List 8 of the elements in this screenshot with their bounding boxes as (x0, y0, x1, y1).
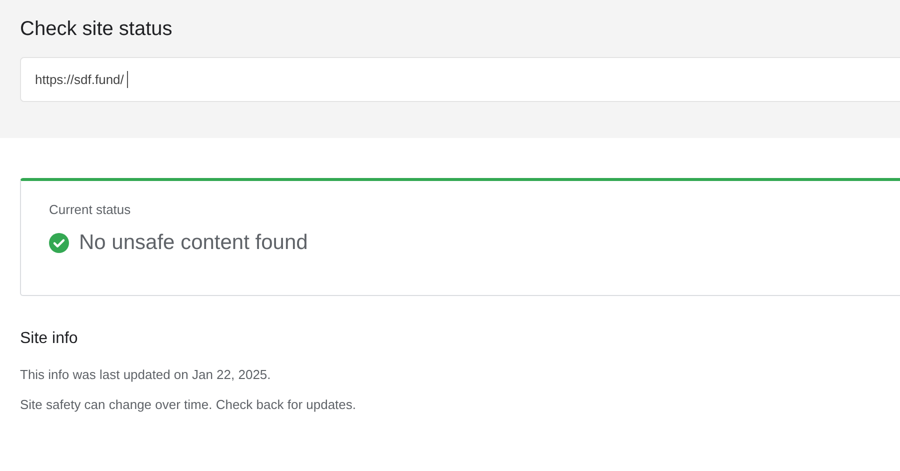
section-title: Site info (20, 330, 79, 348)
info-text: This info was last updated on Jan 22, 2025. (20, 367, 272, 382)
status-message: No unsafe content found (79, 231, 308, 255)
info-text: Site safety can change over time. Check back for updates. (20, 397, 358, 412)
url-field[interactable]: https://sdf.fund/ (20, 57, 900, 102)
check-circle-icon (49, 233, 69, 253)
page-title: Check site status (20, 18, 174, 41)
status-label: Current status (49, 202, 132, 217)
